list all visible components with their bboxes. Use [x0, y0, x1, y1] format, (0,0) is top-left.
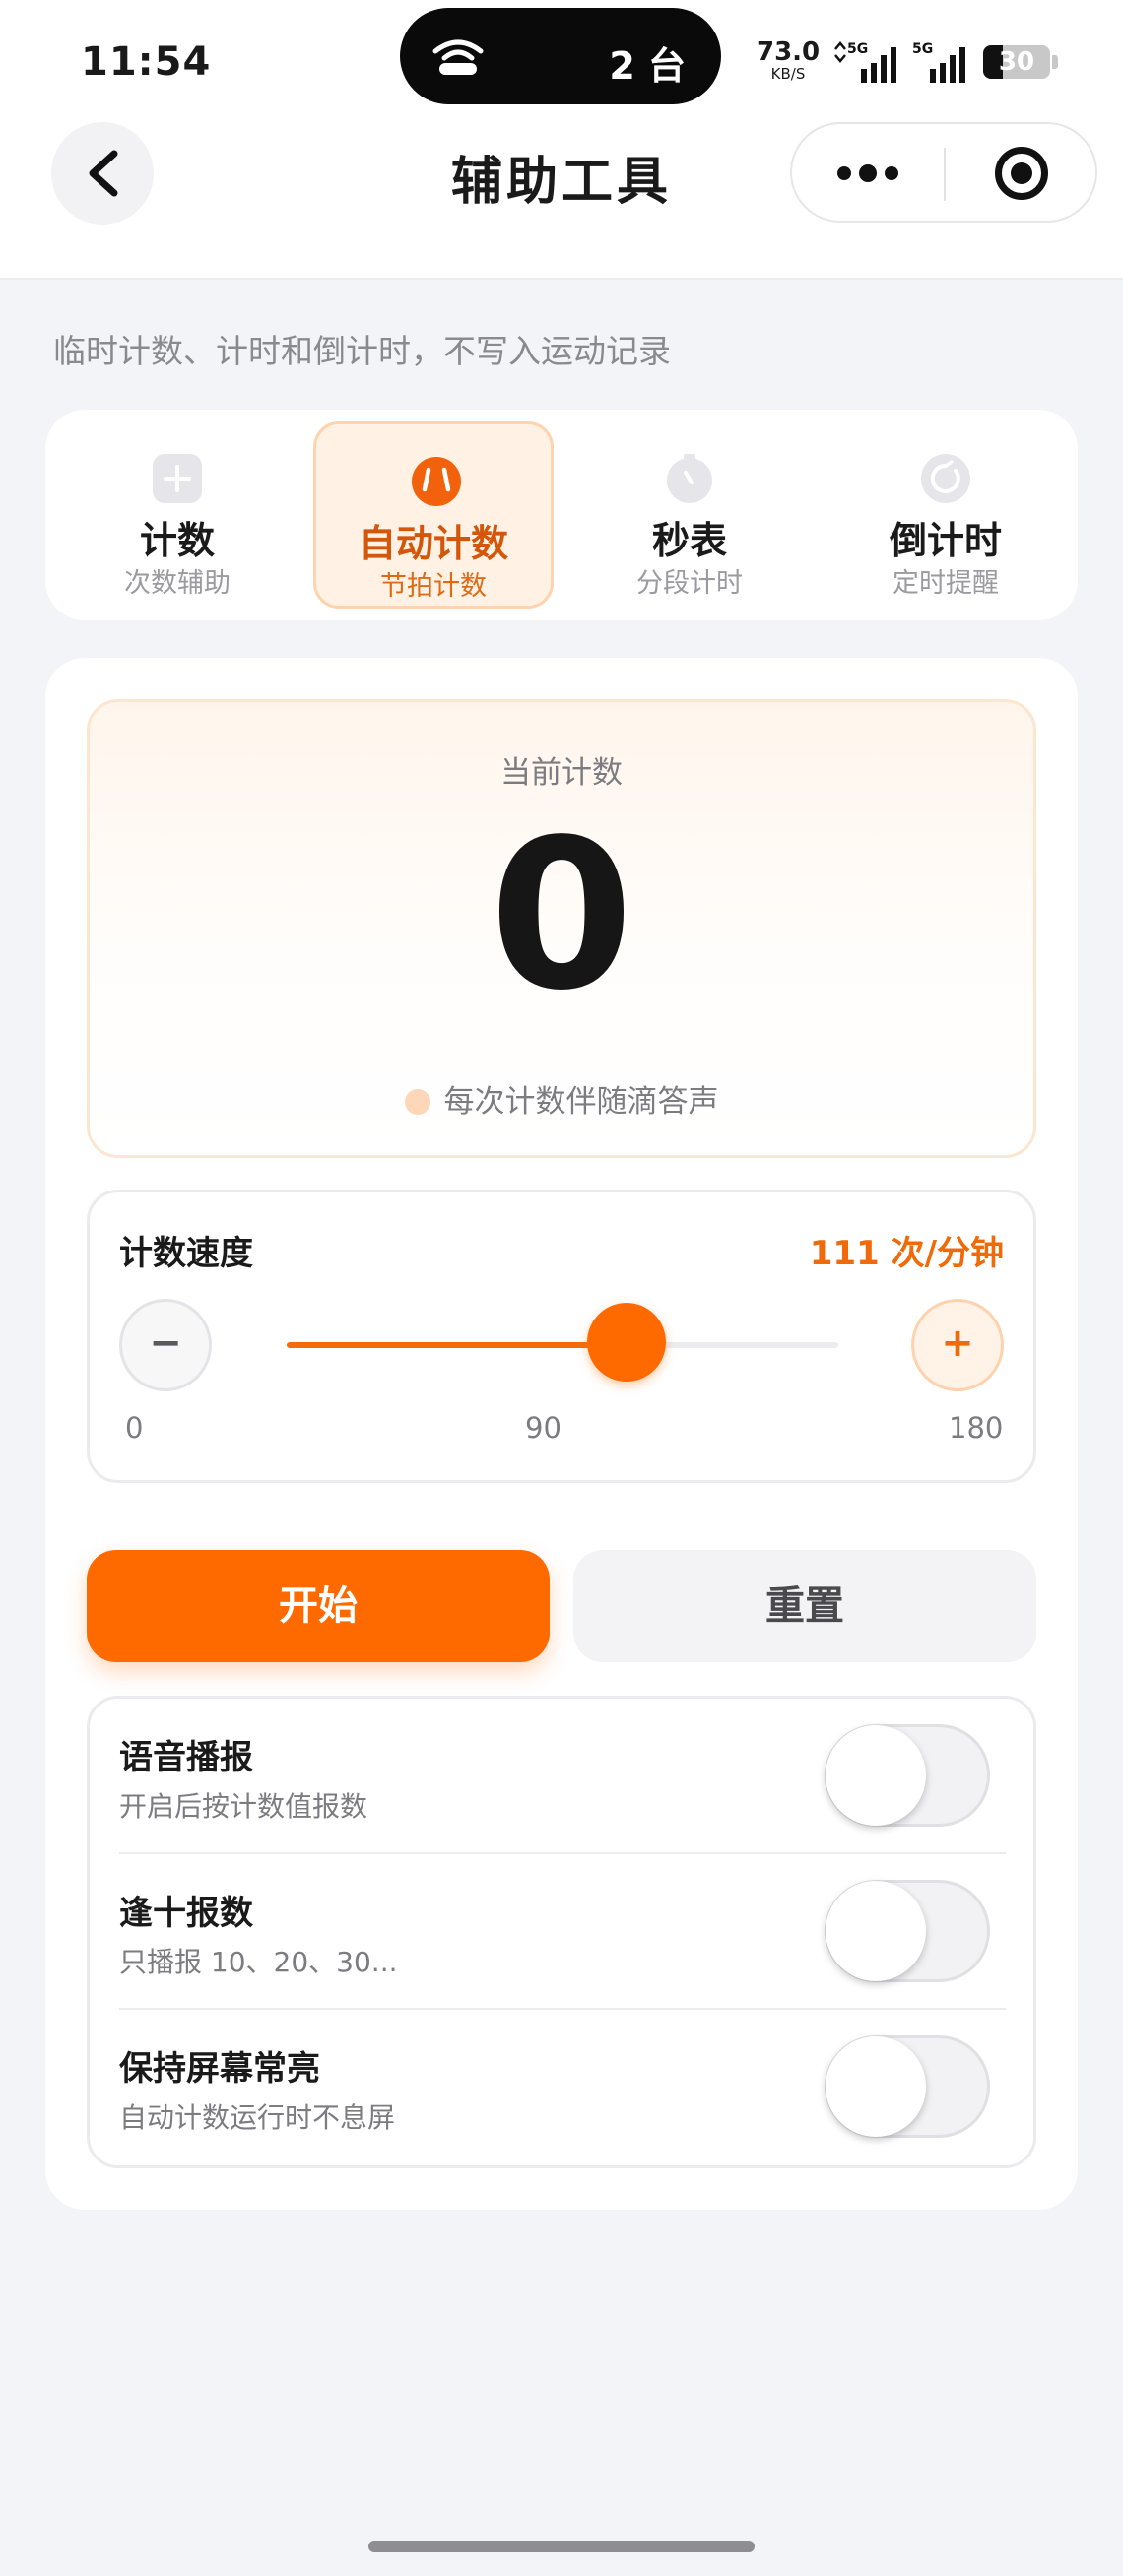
speed-tick-min: 0	[125, 1411, 144, 1445]
setting-title: 逢十报数	[119, 1894, 253, 1933]
battery-icon: 30	[983, 45, 1050, 79]
status-time: 11:54	[81, 39, 212, 85]
metronome-icon	[412, 457, 461, 506]
setting-title: 语音播报	[119, 1738, 253, 1777]
mini-program-capsule	[790, 122, 1097, 223]
setting-keep-screen-on: 保持屏幕常亮 自动计数运行时不息屏	[119, 2010, 1006, 2165]
tab-title: 自动计数	[358, 522, 508, 565]
tab-subtitle: 定时提醒	[892, 568, 999, 599]
count-label: 当前计数	[500, 755, 623, 791]
more-dot-icon	[859, 164, 877, 182]
speed-tick-mid: 90	[525, 1411, 562, 1445]
tab-title: 秒表	[651, 519, 727, 562]
tab-subtitle: 次数辅助	[124, 568, 231, 599]
plus-icon: +	[941, 1320, 974, 1366]
status-bar: 11:54 2 台 73.0 KB/S 5G 5G 30	[0, 0, 1123, 118]
page-subtitle: 临时计数、计时和倒计时，不写入运动记录	[53, 332, 671, 370]
tab-auto-counter[interactable]: 自动计数 节拍计数	[313, 421, 554, 609]
toggle-knob	[826, 1881, 926, 1981]
decrease-speed-button[interactable]: −	[119, 1299, 212, 1391]
plus-icon	[153, 454, 202, 503]
toggle-knob	[826, 1725, 926, 1826]
stopwatch-icon	[667, 454, 712, 503]
toggle-knob	[826, 2036, 926, 2137]
voice-broadcast-toggle[interactable]	[825, 1724, 990, 1827]
dynamic-island: 2 台	[400, 8, 721, 104]
setting-description: 开启后按计数值报数	[119, 1790, 368, 1823]
setting-description: 只播报 10、20、30...	[119, 1946, 398, 1978]
speed-slider-handle[interactable]	[587, 1303, 667, 1382]
speed-slider-fill	[287, 1342, 628, 1348]
close-miniprogram-button[interactable]	[946, 124, 1097, 223]
count-hint: 每次计数伴随滴答声	[90, 1076, 1033, 1121]
increase-speed-button[interactable]: +	[911, 1299, 1004, 1391]
count-value: 0	[489, 795, 634, 1036]
speed-control: 计数速度 111 次/分钟 − + 0 90 180	[87, 1190, 1036, 1483]
current-count-box: 当前计数 0 每次计数伴随滴答声	[87, 699, 1036, 1158]
setting-every-ten: 逢十报数 只播报 10、20、30...	[119, 1854, 1006, 2010]
tab-counter[interactable]: 计数 次数辅助	[57, 421, 297, 609]
svg-text:5G: 5G	[847, 41, 868, 57]
keep-screen-on-toggle[interactable]	[825, 2035, 990, 2138]
tab-stopwatch[interactable]: 秒表 分段计时	[569, 421, 810, 609]
tab-title: 计数	[139, 519, 215, 562]
net-speed: 73.0 KB/S	[757, 37, 821, 83]
speed-tick-max: 180	[949, 1411, 1004, 1445]
every-ten-toggle[interactable]	[825, 1880, 990, 1982]
tick-sound-dot-icon	[404, 1089, 430, 1115]
tab-subtitle: 节拍计数	[380, 571, 487, 602]
close-dot-icon	[1011, 162, 1032, 184]
speed-value: 111 次/分钟	[809, 1234, 1004, 1273]
home-indicator	[368, 2541, 755, 2552]
speed-slider-track[interactable]	[287, 1342, 838, 1348]
more-button[interactable]	[792, 124, 944, 223]
start-button[interactable]: 开始	[87, 1550, 550, 1662]
signal-5g-icon: 5G	[834, 41, 896, 83]
count-hint-text: 每次计数伴随滴答声	[443, 1084, 719, 1120]
settings-list: 语音播报 开启后按计数值报数 逢十报数 只播报 10、20、30... 保持屏幕…	[87, 1696, 1036, 2168]
more-dot-icon	[837, 166, 851, 180]
timer-icon	[921, 454, 970, 503]
tab-countdown[interactable]: 倒计时 定时提醒	[826, 421, 1066, 609]
hotspot-device-count: 2 台	[609, 44, 686, 88]
minus-icon: −	[149, 1320, 182, 1366]
tab-title: 倒计时	[889, 519, 1002, 562]
signal-5g-icon-2: 5G	[912, 41, 965, 83]
auto-counter-panel: 当前计数 0 每次计数伴随滴答声 计数速度 111 次/分钟 − + 0 90 …	[45, 658, 1078, 2210]
setting-title: 保持屏幕常亮	[119, 2049, 320, 2089]
mode-tabs: 计数 次数辅助 自动计数 节拍计数 秒表 分段计时 倒计时 定时提醒	[45, 410, 1078, 620]
reset-button[interactable]: 重置	[573, 1550, 1036, 1662]
battery-level: 30	[998, 47, 1035, 77]
nav-bar: 辅助工具	[0, 118, 1123, 280]
hotspot-icon	[432, 39, 484, 75]
setting-description: 自动计数运行时不息屏	[119, 2101, 396, 2134]
setting-voice-broadcast: 语音播报 开启后按计数值报数	[119, 1699, 1006, 1854]
tab-subtitle: 分段计时	[636, 568, 743, 599]
battery-cap	[1052, 55, 1058, 69]
speed-label: 计数速度	[119, 1234, 253, 1273]
more-dot-icon	[885, 166, 898, 180]
svg-text:5G: 5G	[912, 41, 933, 57]
